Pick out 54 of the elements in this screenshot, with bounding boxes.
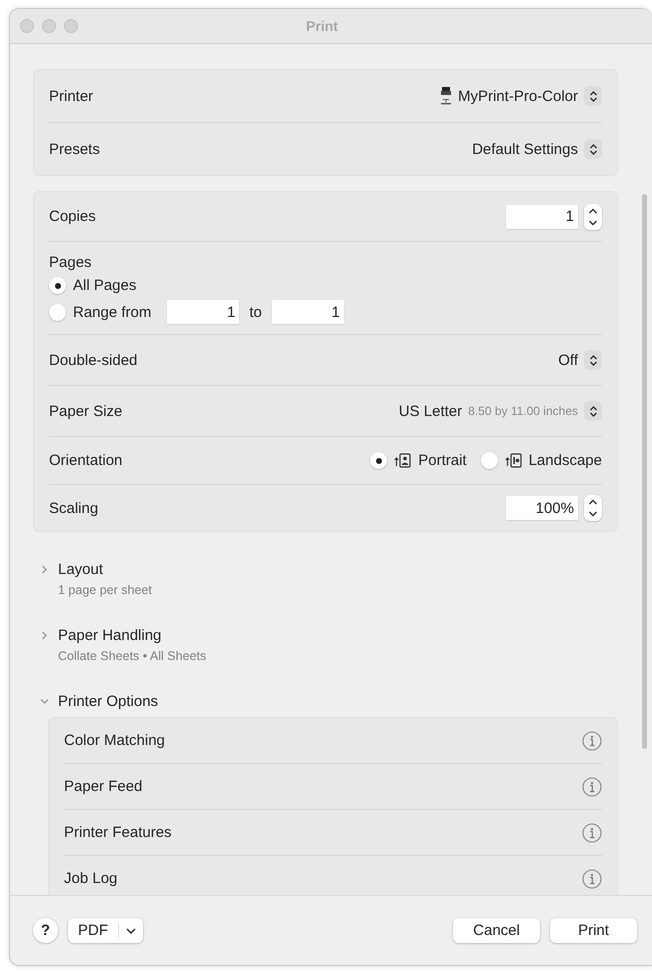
range-to-field[interactable]: 1 (272, 300, 344, 324)
printer-popup[interactable]: MyPrint-Pro-Color (458, 88, 578, 104)
radio-label[interactable]: All Pages (73, 277, 136, 294)
option-label: Paper Feed (64, 778, 142, 795)
range-to-label: to (249, 304, 262, 320)
stepper-icon[interactable] (584, 139, 602, 159)
presets-popup[interactable]: Default Settings (472, 140, 578, 158)
scaling-field[interactable]: 100% (506, 496, 578, 520)
radio-label[interactable]: Landscape (528, 452, 602, 469)
info-icon[interactable] (582, 868, 602, 888)
field-label: Presets (49, 140, 100, 158)
copies-field[interactable]: 1 (506, 204, 578, 228)
section-summary: 1 page per sheet (58, 583, 153, 597)
landscape-orientation-icon (504, 453, 522, 468)
dialog-button[interactable]: Print (550, 918, 637, 943)
paper-size-popup[interactable]: US Letter (398, 402, 462, 420)
stepper-icon[interactable] (584, 204, 602, 230)
section-header[interactable]: Paper Handling (39, 627, 652, 644)
radio-button[interactable] (370, 452, 388, 469)
info-icon[interactable] (582, 822, 602, 842)
field-label: Printer (49, 88, 94, 104)
field-label: Double-sided (49, 352, 138, 368)
double-sided-popup[interactable]: Off (558, 352, 578, 368)
scrollbar[interactable] (642, 194, 647, 749)
help-button[interactable]: ? (33, 918, 58, 943)
radio-label[interactable]: Range from (73, 304, 152, 320)
option-label: Job Log (64, 870, 118, 887)
section-summary: Collate Sheets • All Sheets (58, 649, 208, 663)
radio-button[interactable] (49, 304, 66, 320)
radio-button[interactable] (480, 452, 498, 469)
radio-button[interactable] (49, 277, 66, 294)
stepper-icon[interactable] (584, 401, 602, 421)
info-icon[interactable] (582, 776, 602, 796)
field-label: Scaling (49, 500, 98, 516)
printer-icon (440, 86, 452, 106)
field-label: Copies (49, 208, 96, 225)
stepper-icon[interactable] (584, 350, 602, 370)
range-from-field[interactable]: 1 (167, 300, 240, 324)
stepper-icon[interactable] (584, 86, 602, 106)
window-title: Print (306, 18, 338, 34)
field-label: Orientation (49, 452, 122, 469)
section-header[interactable]: Printer Options (39, 693, 652, 710)
stepper-icon[interactable] (584, 495, 602, 521)
option-label: Color Matching (64, 732, 165, 749)
field-label: Pages (49, 254, 93, 271)
info-icon[interactable] (582, 730, 602, 750)
section-header[interactable]: Layout (39, 561, 652, 578)
radio-label[interactable]: Portrait (418, 452, 467, 469)
paper-dimensions: 8.50 by 11.00 inches (468, 404, 578, 418)
portrait-orientation-icon (394, 453, 412, 468)
option-label: Printer Features (64, 824, 172, 841)
pdf-menu-button[interactable]: PDF (68, 918, 143, 943)
dialog-button[interactable]: Cancel (453, 918, 540, 943)
field-label: Paper Size (49, 402, 122, 420)
